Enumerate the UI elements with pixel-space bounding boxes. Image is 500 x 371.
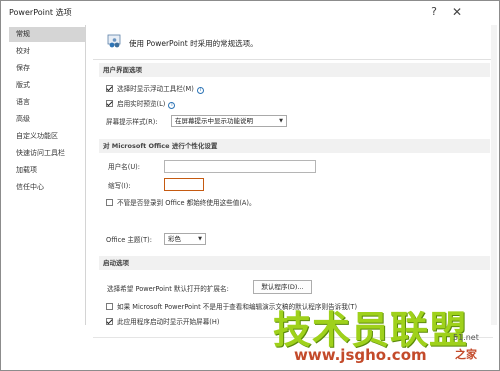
live-preview-label: 启用实时预览(L) bbox=[117, 100, 166, 108]
sidebar-item-language[interactable]: 语言 bbox=[9, 95, 85, 110]
help-button[interactable]: ? bbox=[426, 4, 442, 20]
always-use-values-checkbox[interactable] bbox=[106, 199, 113, 206]
options-sidebar: 常规 校对 保存 版式 语言 高级 自定义功能区 快速访问工具栏 加载项 信任中… bbox=[9, 25, 86, 325]
initials-input[interactable] bbox=[164, 178, 204, 191]
sidebar-item-general[interactable]: 常规 bbox=[9, 27, 85, 42]
live-preview-checkbox[interactable] bbox=[106, 100, 113, 107]
chevron-down-icon: ▼ bbox=[279, 118, 283, 124]
show-start-screen-option[interactable]: 此应用程序启动时显示开始屏幕(H) bbox=[106, 317, 219, 327]
window-title: PowerPoint 选项 bbox=[9, 8, 72, 17]
screentip-style-label: 屏幕提示样式(R): bbox=[106, 118, 158, 126]
username-label: 用户名(U): bbox=[108, 163, 140, 171]
info-icon: i bbox=[168, 102, 176, 109]
sidebar-item-customize-ribbon[interactable]: 自定义功能区 bbox=[9, 129, 85, 144]
section-personalize: 对 Microsoft Office 进行个性化设置 bbox=[99, 139, 490, 153]
section-ui-options: 用户界面选项 bbox=[99, 63, 490, 77]
sidebar-item-quick-access-toolbar[interactable]: 快速访问工具栏 bbox=[9, 146, 85, 161]
live-preview-option[interactable]: 启用实时预览(L) i bbox=[106, 99, 176, 109]
sidebar-item-add-ins[interactable]: 加载项 bbox=[9, 163, 85, 178]
mini-toolbar-option[interactable]: 选择时显示浮动工具栏(M) i bbox=[106, 84, 204, 94]
default-extension-label: 选择希望 PowerPoint 默认打开的扩展名: bbox=[107, 285, 229, 293]
always-use-values-label: 不管是否登录到 Office 都始终使用这些值(A)。 bbox=[117, 199, 256, 207]
sidebar-item-layout[interactable]: 版式 bbox=[9, 78, 85, 93]
info-icon: i bbox=[196, 87, 204, 94]
initials-label: 缩写(I): bbox=[108, 182, 131, 190]
header-description: 使用 PowerPoint 时采用的常规选项。 bbox=[129, 39, 258, 48]
sidebar-item-save[interactable]: 保存 bbox=[9, 61, 85, 76]
header-divider bbox=[93, 59, 491, 60]
always-use-values-option[interactable]: 不管是否登录到 Office 都始终使用这些值(A)。 bbox=[106, 198, 256, 208]
show-start-screen-label: 此应用程序启动时显示开始屏幕(H) bbox=[117, 318, 220, 326]
username-input[interactable] bbox=[164, 160, 316, 173]
watermark-pc-text: 之家 bbox=[455, 348, 477, 361]
options-dialog: PowerPoint 选项 ? ✕ 常规 校对 保存 版式 语言 高级 自定义功… bbox=[0, 0, 500, 371]
section-startup: 启动选项 bbox=[99, 256, 490, 270]
sidebar-item-trust-center[interactable]: 信任中心 bbox=[9, 180, 85, 195]
office-theme-value: 彩色 bbox=[168, 235, 181, 243]
not-default-warning-checkbox[interactable] bbox=[106, 303, 113, 310]
screentip-style-select[interactable]: 在屏幕提示中显示功能说明 ▼ bbox=[171, 115, 287, 127]
mini-toolbar-checkbox[interactable] bbox=[106, 85, 113, 92]
sidebar-item-proofing[interactable]: 校对 bbox=[9, 44, 85, 59]
mini-toolbar-label: 选择时显示浮动工具栏(M) bbox=[117, 85, 194, 93]
default-programs-button[interactable]: 默认程序(D)... bbox=[253, 280, 312, 294]
chevron-down-icon: ▼ bbox=[198, 236, 202, 242]
options-content: 使用 PowerPoint 时采用的常规选项。 用户界面选项 选择时显示浮动工具… bbox=[93, 23, 493, 326]
show-start-screen-checkbox[interactable] bbox=[106, 318, 113, 325]
general-options-icon bbox=[107, 34, 121, 48]
title-bar: PowerPoint 选项 ? ✕ bbox=[1, 1, 499, 23]
sidebar-item-advanced[interactable]: 高级 bbox=[9, 112, 85, 127]
office-theme-label: Office 主题(T): bbox=[106, 236, 152, 244]
office-theme-select[interactable]: 彩色 ▼ bbox=[164, 233, 206, 245]
watermark-small-text: 51.net bbox=[453, 333, 479, 342]
screentip-style-value: 在屏幕提示中显示功能说明 bbox=[175, 117, 253, 125]
vertical-scrollbar[interactable] bbox=[491, 25, 497, 325]
close-button[interactable]: ✕ bbox=[449, 4, 465, 20]
watermark-url: www.jsgho.com bbox=[294, 346, 427, 364]
